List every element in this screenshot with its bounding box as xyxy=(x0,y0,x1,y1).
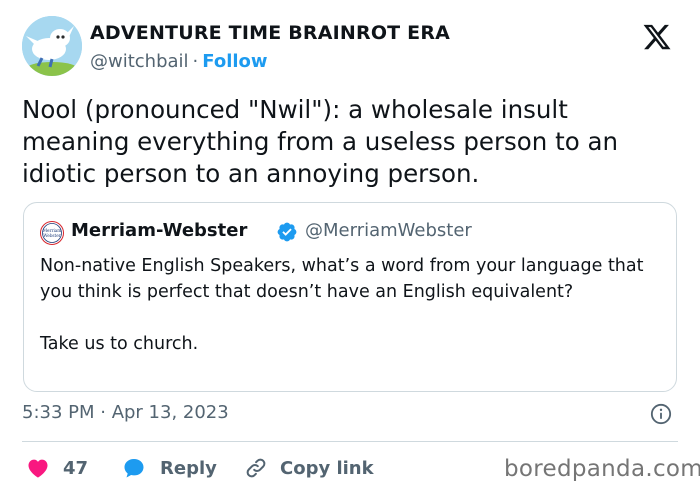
link-icon xyxy=(246,458,266,478)
logo-text-webster: Webster xyxy=(43,233,60,238)
reply-button[interactable]: Reply xyxy=(122,454,217,482)
watermark: boredpanda.com xyxy=(504,456,700,482)
avatar-image xyxy=(22,16,82,76)
tweet-timestamp[interactable]: 5:33 PM · Apr 13, 2023 xyxy=(22,402,229,423)
like-button[interactable]: 47 xyxy=(25,454,88,482)
author-display-name[interactable]: ADVENTURE TIME BRAINROT ERA xyxy=(90,22,450,44)
author-handle-row: @witchbail · Follow xyxy=(90,51,268,72)
reply-label: Reply xyxy=(160,457,217,479)
author-handle[interactable]: @witchbail xyxy=(90,51,189,72)
heart-icon xyxy=(28,459,48,478)
like-count: 47 xyxy=(63,457,89,479)
divider xyxy=(22,441,678,442)
speech-bubble-icon xyxy=(124,459,144,478)
follow-button[interactable]: Follow xyxy=(202,51,267,72)
quoted-paragraph: Non-native English Speakers, what’s a wo… xyxy=(40,256,644,302)
verified-badge-icon xyxy=(277,222,297,242)
info-icon[interactable] xyxy=(650,403,672,425)
quoted-tweet[interactable]: Merriam Webster Merriam-Webster @Merriam… xyxy=(23,202,677,392)
x-logo-icon[interactable] xyxy=(642,22,672,52)
copy-link-label: Copy link xyxy=(280,457,374,479)
separator-dot: · xyxy=(192,51,199,72)
copy-link-button[interactable]: Copy link xyxy=(244,454,374,482)
tweet-text: Nool (pronounced "Nwil"): a wholesale in… xyxy=(22,95,619,188)
merriam-webster-logo: Merriam Webster xyxy=(40,221,64,245)
quoted-display-name[interactable]: Merriam-Webster xyxy=(71,220,247,241)
quoted-handle[interactable]: @MerriamWebster xyxy=(305,220,472,241)
quoted-paragraph: Take us to church. xyxy=(40,334,199,354)
avatar[interactable] xyxy=(22,16,82,76)
tweet-header: ADVENTURE TIME BRAINROT ERA @witchbail · F… xyxy=(22,16,678,80)
quoted-tweet-text: Non-native English Speakers, what’s a wo… xyxy=(40,253,670,357)
